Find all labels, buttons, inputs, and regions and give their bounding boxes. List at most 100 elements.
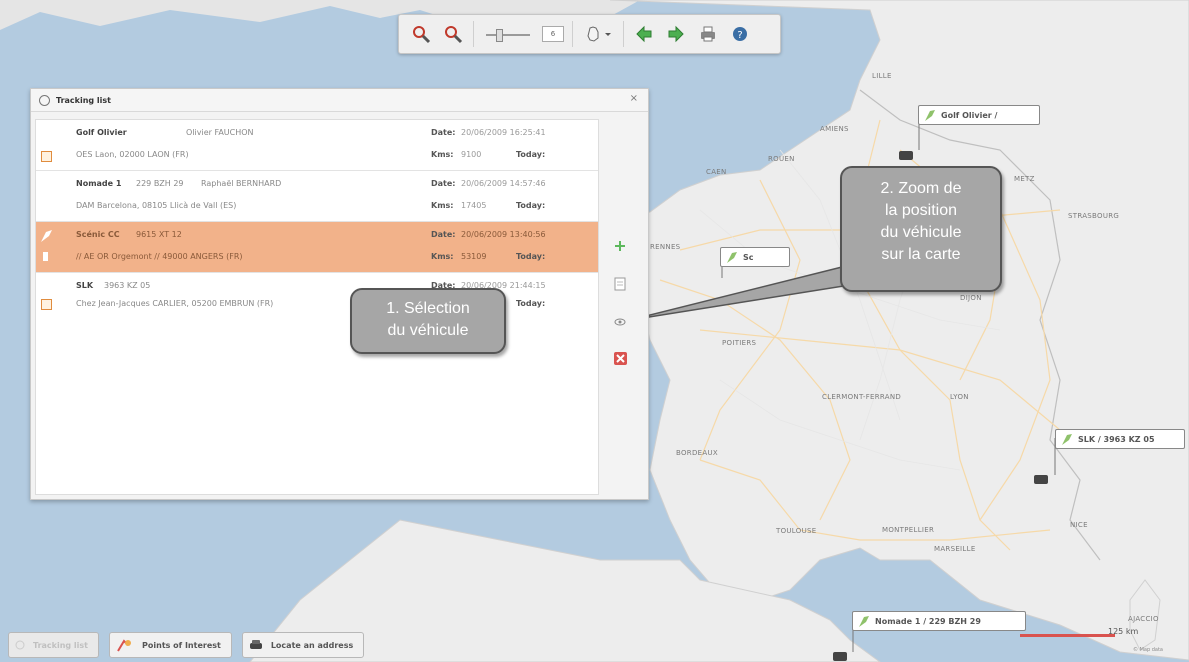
print-icon	[701, 26, 715, 42]
vehicle-name: Nomade 1	[76, 179, 122, 188]
list-item[interactable]: Golf Olivier Olivier FAUCHON OES Laon, 0…	[36, 120, 598, 171]
button-label: Points of Interest	[142, 640, 221, 650]
print-button[interactable]	[696, 22, 720, 46]
list-item[interactable]: Nomade 1 229 BZH 29 Raphaël BERNHARD DAM…	[36, 171, 598, 222]
button-label: Tracking list	[33, 640, 89, 650]
window-title-bar: Tracking list	[31, 89, 648, 112]
callout-text: 2. Zoom de	[880, 180, 962, 197]
callout-zoom-position: 2. Zoom de la position du véhicule sur l…	[840, 166, 1002, 292]
map-label-golf[interactable]: Golf Olivier /	[918, 105, 1040, 125]
city-marseille: MARSEILLE	[934, 545, 976, 553]
document-icon	[614, 277, 626, 291]
today-label: Today:	[516, 201, 546, 210]
callout-select-vehicle: 1. Sélection du véhicule	[350, 288, 506, 354]
city-metz: METZ	[1014, 175, 1035, 183]
date-value: 20/06/2009 13:40:56	[461, 230, 546, 239]
city-rennes: RENNES	[650, 243, 681, 251]
map-label-slk[interactable]: SLK / 3963 KZ 05	[1055, 429, 1185, 449]
city-montpellier: MONTPELLIER	[882, 526, 934, 534]
map-toolbar: 6 ?	[398, 14, 781, 54]
toolbar-separator	[473, 21, 474, 47]
driver-name: Olivier FAUCHON	[186, 128, 254, 137]
flag-icon	[925, 110, 935, 121]
map-label-scenic[interactable]: Sc	[720, 247, 790, 267]
help-button[interactable]: ?	[728, 22, 752, 46]
callout-text: du véhicule	[880, 224, 962, 241]
city-amiens: AMIENS	[820, 125, 849, 133]
vehicle-address: OES Laon, 02000 LAON (FR)	[76, 150, 189, 159]
details-button[interactable]	[613, 277, 627, 291]
zoom-out-icon	[445, 26, 463, 44]
car-marker-golf	[899, 151, 913, 160]
city-poitiers: POITIERS	[722, 339, 757, 347]
vehicle-name: SLK	[76, 281, 94, 290]
flag-icon	[41, 230, 52, 261]
callout-text: du véhicule	[387, 322, 469, 339]
city-dijon: DIJON	[960, 294, 982, 302]
map-copyright: © Map data	[1133, 647, 1163, 653]
vehicle-address: DAM Barcelona, 08105 Llicà de Vall (ES)	[76, 201, 237, 210]
zoom-in-icon	[413, 26, 431, 44]
list-item[interactable]: SLK 3963 KZ 05 Chez Jean-Jacques CARLIER…	[36, 273, 598, 323]
tracking-list-button[interactable]: Tracking list	[8, 632, 100, 658]
city-ajaccio: AJACCIO	[1128, 615, 1159, 623]
tracking-icon	[15, 640, 25, 650]
button-label: Locate an address	[270, 640, 354, 650]
svg-text:?: ?	[737, 30, 742, 41]
callout-text: 1. Sélection	[386, 300, 470, 317]
vehicle-plate: 229 BZH 29	[136, 179, 184, 188]
vehicle-name: Golf Olivier	[76, 128, 127, 137]
close-button[interactable]: ×	[630, 93, 638, 104]
zoom-to-vehicle-button[interactable]	[613, 315, 627, 329]
date-label: Date:	[431, 128, 456, 137]
pan-tool-button[interactable]	[581, 22, 615, 46]
city-lyon: LYON	[950, 393, 969, 401]
list-item-selected[interactable]: Scénic CC 9615 XT 12 // AE OR Orgemont /…	[36, 222, 598, 273]
car-icon	[249, 640, 262, 649]
date-label: Date:	[431, 230, 456, 239]
pan-left-button[interactable]	[632, 22, 656, 46]
vehicle-status-icon	[41, 299, 52, 310]
vehicle-plate: 3963 KZ 05	[104, 281, 151, 290]
pan-right-button[interactable]	[664, 22, 688, 46]
km-label: Kms:	[431, 252, 454, 261]
vehicle-address: // AE OR Orgemont // 49000 ANGERS (FR)	[76, 252, 243, 261]
city-rouen: ROUEN	[768, 155, 795, 163]
delete-button[interactable]	[613, 351, 627, 365]
scale-label: 125 km	[1108, 627, 1139, 636]
city-caen: CAEN	[706, 168, 727, 176]
vehicle-address: Chez Jean-Jacques CARLIER, 05200 EMBRUN …	[76, 299, 274, 308]
city-toulouse: TOULOUSE	[775, 527, 816, 535]
tracking-list-window: Tracking list × Golf Olivier Olivier FAU…	[30, 88, 649, 500]
map-label-nomade[interactable]: Nomade 1 / 229 BZH 29	[852, 611, 1026, 631]
driver-name: Raphaël BERNHARD	[201, 179, 282, 188]
add-button[interactable]	[613, 239, 627, 253]
today-label: Today:	[516, 150, 546, 159]
delete-icon	[613, 351, 627, 365]
zoom-out-button[interactable]	[441, 22, 465, 46]
zoom-level-field[interactable]: 6	[542, 26, 564, 42]
km-value: 9100	[461, 150, 482, 159]
flag-icon	[859, 616, 869, 627]
km-value: 17405	[461, 201, 487, 210]
scale-bar	[1020, 634, 1115, 637]
city-lille: LILLE	[872, 72, 892, 80]
km-value: 53109	[461, 252, 487, 261]
arrow-right-icon	[668, 25, 684, 43]
city-nice: NICE	[1070, 521, 1088, 529]
zoom-in-button[interactable]	[409, 22, 433, 46]
car-marker-nomade	[833, 652, 847, 661]
vehicle-name: Scénic CC	[76, 230, 120, 239]
flag-icon	[727, 252, 737, 263]
plus-icon	[615, 241, 625, 251]
vehicle-plate: 9615 XT 12	[136, 230, 182, 239]
window-title: Tracking list	[56, 95, 112, 105]
points-of-interest-button[interactable]: Points of Interest	[109, 632, 232, 658]
hand-icon	[587, 26, 611, 42]
city-bordeaux: BORDEAUX	[676, 449, 718, 457]
flag-icon	[1062, 434, 1072, 445]
zoom-slider[interactable]	[482, 27, 534, 42]
toolbar-separator	[572, 21, 573, 47]
locate-address-button[interactable]: Locate an address	[241, 632, 365, 658]
km-label: Kms:	[431, 150, 454, 159]
